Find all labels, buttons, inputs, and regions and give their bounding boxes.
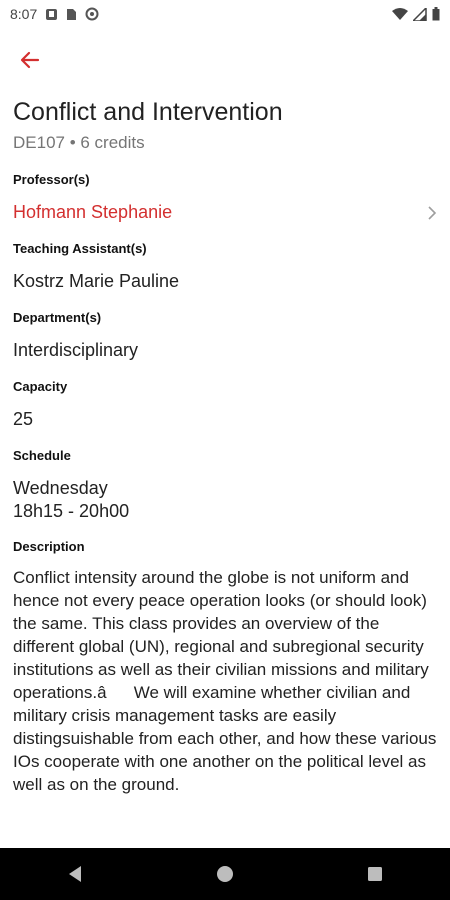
status-time: 8:07 — [10, 6, 38, 22]
back-button[interactable] — [12, 42, 48, 78]
ta-label: Teaching Assistant(s) — [13, 241, 147, 256]
nav-home-button[interactable] — [195, 848, 255, 900]
nav-recents-button[interactable] — [345, 848, 405, 900]
description-label: Description — [13, 539, 85, 554]
status-bar: 8:07 — [0, 0, 450, 28]
professor-item[interactable]: Hofmann Stephanie — [13, 201, 438, 224]
back-nav-icon — [67, 865, 83, 883]
course-detail: Conflict and Intervention DE107 • 6 cred… — [13, 96, 438, 796]
course-subtitle: DE107 • 6 credits — [13, 133, 145, 152]
department-value: Interdisciplinary — [13, 340, 139, 360]
signal-icon — [413, 7, 427, 21]
schedule-time: 18h15 - 20h00 — [13, 501, 130, 521]
department-label: Department(s) — [13, 310, 102, 325]
sync-icon — [85, 7, 99, 21]
chevron-right-icon — [427, 205, 437, 220]
battery-icon — [432, 7, 440, 21]
ta-name: Kostrz Marie Pauline — [13, 271, 180, 291]
nav-back-button[interactable] — [45, 848, 105, 900]
system-nav-bar — [0, 848, 450, 900]
description-text: Conflict intensity around the globe is n… — [13, 568, 437, 794]
capacity-label: Capacity — [13, 379, 68, 394]
professor-label: Professor(s) — [13, 172, 90, 187]
schedule-day: Wednesday — [13, 478, 108, 498]
capacity-value: 25 — [13, 409, 34, 429]
status-right — [392, 7, 440, 21]
app-bar — [0, 36, 450, 80]
schedule-label: Schedule — [13, 448, 71, 463]
sim-icon — [66, 8, 77, 21]
notification-icon — [45, 8, 58, 21]
status-left: 8:07 — [10, 6, 99, 22]
course-title: Conflict and Intervention — [13, 98, 283, 126]
recents-nav-icon — [367, 866, 383, 882]
wifi-icon — [392, 7, 408, 21]
professor-name[interactable]: Hofmann Stephanie — [13, 201, 172, 224]
arrow-left-icon — [20, 50, 40, 70]
home-nav-icon — [216, 865, 234, 883]
